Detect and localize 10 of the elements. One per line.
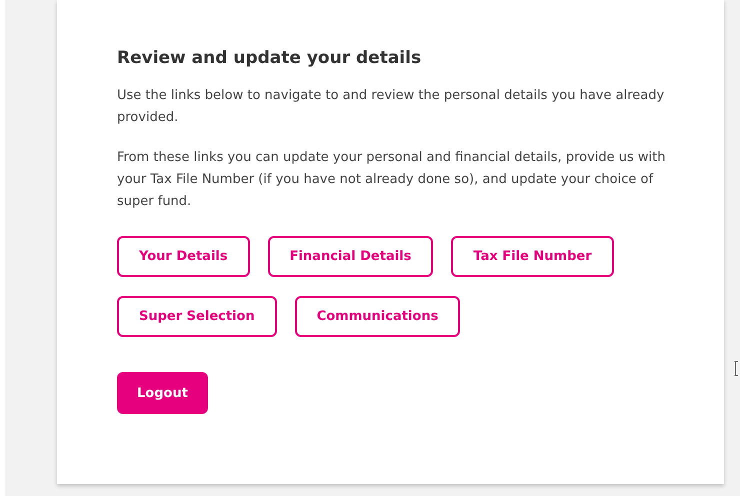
section-heading: Review and update your details	[117, 48, 422, 68]
section-link-button[interactable]: Tax File Number	[451, 236, 614, 277]
intro-paragraph: Use the links below to navigate to and review the personal details you have already provided.	[117, 87, 666, 127]
intro-paragraph: From these links you can update your personal and financial details, provide us with your Tax File Number (if you have not already done so), and update your choice of super fund.	[117, 149, 666, 211]
section-link-button[interactable]: Super Selection	[117, 296, 277, 337]
section-link-button[interactable]: Communications	[294, 296, 460, 337]
section-link-button[interactable]: Your Details	[117, 236, 250, 277]
section-link-button[interactable]: Financial Details	[268, 236, 434, 277]
text-cursor-icon	[734, 361, 739, 376]
logout-button[interactable]: Logout	[117, 372, 208, 414]
